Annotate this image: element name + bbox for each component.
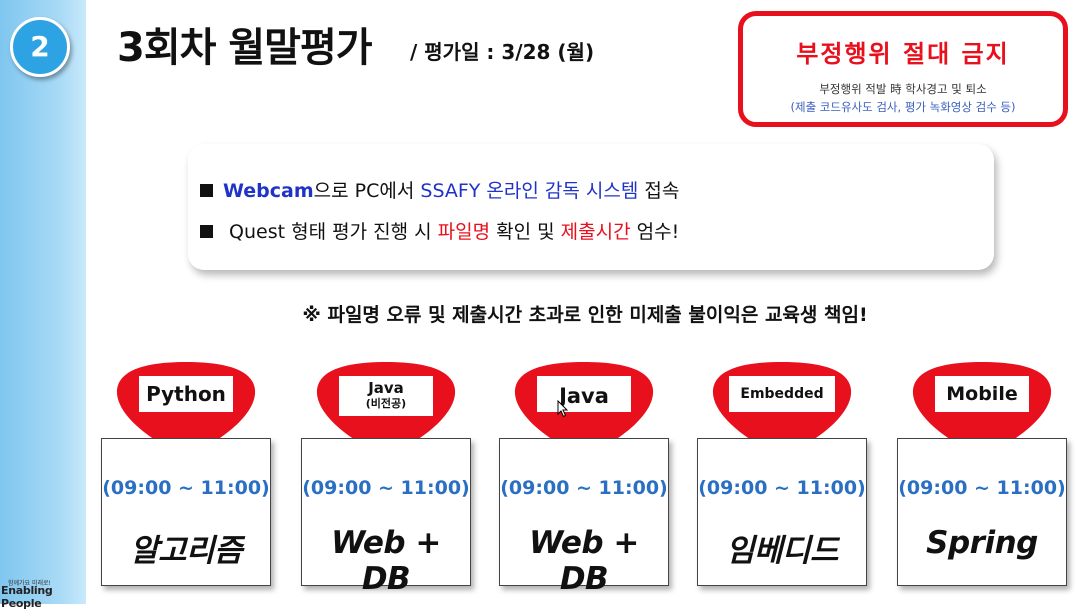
slide-number-badge: 2 xyxy=(10,17,70,77)
warning-line-2: (제출 코드유사도 검사, 평가 녹화영상 검수 등) xyxy=(790,100,1016,114)
bullet-square-icon xyxy=(200,225,213,238)
track-java: (09:00 ~ 11:00) Web + DB Java xyxy=(499,362,669,597)
track-card: (09:00 ~ 11:00) Web + DB xyxy=(301,438,471,597)
cheating-warning-box: 부정행위 절대 금지 부정행위 적발 時 학사경고 및 퇴소 (제출 코드유사도… xyxy=(738,11,1068,127)
track-time: (09:00 ~ 11:00) xyxy=(102,477,270,499)
track-time: (09:00 ~ 11:00) xyxy=(898,477,1066,499)
track-subject: 알고리즘 xyxy=(129,533,243,569)
exam-date: / 평가일 : 3/28 (월) xyxy=(410,40,595,64)
instructions-box: Webcam으로 PC에서 SSAFY 온라인 감독 시스템 접속 Quest … xyxy=(188,144,994,270)
mouse-cursor-icon xyxy=(557,400,569,418)
track-label: Python xyxy=(139,376,233,412)
track-mobile: (09:00 ~ 11:00) Spring Mobile xyxy=(897,362,1067,586)
page-title: 3회차 월말평가 xyxy=(117,25,373,71)
track-time: (09:00 ~ 11:00) xyxy=(500,477,668,499)
instruction-webcam: Webcam으로 PC에서 SSAFY 온라인 감독 시스템 접속 xyxy=(200,176,679,203)
track-label: Embedded xyxy=(729,376,835,412)
track-label: Java xyxy=(537,376,631,412)
track-subject: 임베디드 xyxy=(725,533,839,569)
warning-line-1: 부정행위 적발 時 학사경고 및 퇴소 xyxy=(819,82,987,96)
track-card: (09:00 ~ 11:00) 알고리즘 xyxy=(101,438,271,586)
track-subject: Spring xyxy=(926,525,1038,561)
penalty-notice: ※ 파일명 오류 및 제출시간 초과로 인한 미제출 불이익은 교육생 책임! xyxy=(302,304,868,326)
track-label: Java (비전공) xyxy=(339,376,433,416)
track-sublabel: (비전공) xyxy=(365,397,407,410)
track-time: (09:00 ~ 11:00) xyxy=(302,477,470,499)
track-card: (09:00 ~ 11:00) Web + DB xyxy=(499,438,669,597)
track-card: (09:00 ~ 11:00) 임베디드 xyxy=(697,438,867,586)
track-time: (09:00 ~ 11:00) xyxy=(698,477,866,499)
warning-title: 부정행위 절대 금지 xyxy=(796,40,1010,68)
instruction-quest: Quest 형태 평가 진행 시 파일명 확인 및 제출시간 엄수! xyxy=(200,217,679,244)
track-python: (09:00 ~ 11:00) 알고리즘 Python xyxy=(101,362,271,586)
track-java-nonmajor: (09:00 ~ 11:00) Web + DB Java (비전공) xyxy=(301,362,471,597)
track-subject: Web + DB xyxy=(331,525,441,597)
track-card: (09:00 ~ 11:00) Spring xyxy=(897,438,1067,586)
brand-logo: Enabling People xyxy=(1,584,53,610)
track-embedded: (09:00 ~ 11:00) 임베디드 Embedded xyxy=(697,362,867,586)
track-subject: Web + DB xyxy=(529,525,639,597)
track-label: Mobile xyxy=(935,376,1029,412)
bullet-square-icon xyxy=(200,184,213,197)
